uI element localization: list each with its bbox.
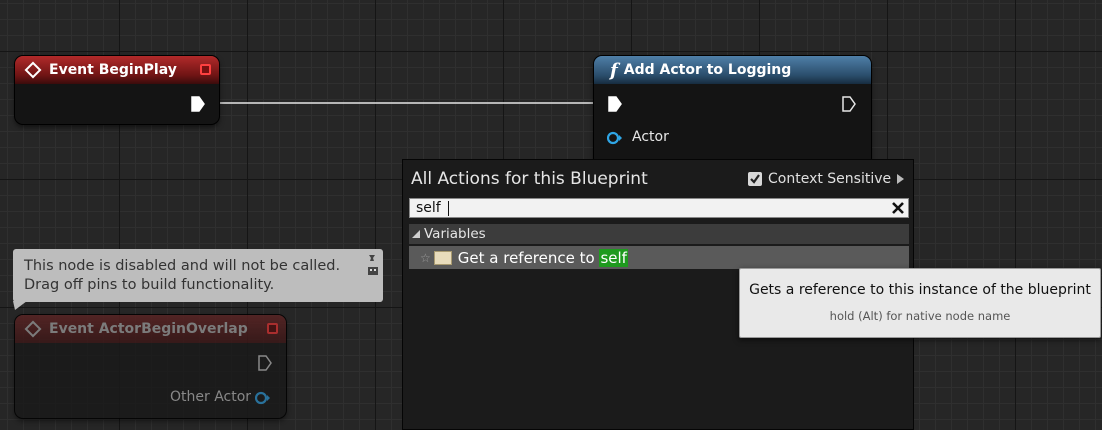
action-menu-title: All Actions for this Blueprint [411, 169, 648, 189]
event-diamond-icon [24, 320, 42, 338]
exec-in-pin-icon[interactable] [608, 96, 622, 112]
delegate-square-icon[interactable] [267, 323, 278, 334]
category-label: Variables [424, 226, 486, 242]
favorite-star-icon[interactable]: ☆ [420, 251, 431, 265]
chevron-right-icon[interactable] [897, 174, 905, 184]
context-sensitive-label: Context Sensitive [768, 171, 892, 187]
disabled-node-comment: This node is disabled and will not be ca… [13, 249, 383, 302]
other-actor-pin-icon[interactable] [255, 391, 271, 405]
exec-out-pin-icon[interactable] [842, 96, 856, 112]
event-diamond-icon [24, 61, 42, 79]
add-actor-to-logging-node[interactable]: f Add Actor to Logging Actor [594, 56, 871, 166]
event-actorbeginoverlap-node[interactable]: Event ActorBeginOverlap Other Actor [15, 315, 286, 418]
comment-line-2: Drag off pins to build functionality. [24, 277, 275, 293]
comment-tail [13, 301, 27, 310]
variable-node-icon [433, 250, 452, 265]
event-beginplay-node[interactable]: Event BeginPlay [15, 56, 219, 124]
overlap-header[interactable]: Event ActorBeginOverlap [15, 315, 286, 343]
event-beginplay-header[interactable]: Event BeginPlay [15, 56, 219, 84]
exec-out-pin-icon[interactable] [191, 96, 205, 112]
context-sensitive-toggle[interactable]: Context Sensitive [748, 171, 905, 187]
search-match-highlight: self [599, 248, 628, 267]
comment-line-1: This node is disabled and will not be ca… [24, 258, 341, 274]
action-tooltip: Gets a reference to this instance of the… [739, 268, 1101, 338]
pin-icon[interactable] [367, 253, 377, 263]
search-input[interactable]: self [416, 200, 441, 216]
add-actor-header[interactable]: f Add Actor to Logging [594, 56, 871, 84]
function-icon: f [610, 59, 618, 81]
expand-triangle-icon [412, 230, 420, 238]
other-actor-pin-label: Other Actor [170, 389, 252, 405]
action-result-row[interactable]: ☆ Get a reference to self [409, 246, 909, 269]
text-caret [448, 201, 449, 216]
add-actor-title: Add Actor to Logging [623, 62, 792, 78]
actor-pin-label: Actor [632, 129, 669, 145]
actor-object-pin-icon[interactable] [607, 131, 623, 145]
search-field[interactable]: self [409, 198, 909, 218]
event-beginplay-title: Event BeginPlay [49, 62, 177, 78]
delegate-square-icon[interactable] [200, 64, 211, 75]
exec-out-pin-icon[interactable] [258, 355, 272, 371]
overlap-title: Event ActorBeginOverlap [49, 321, 248, 337]
result-label: Get a reference to [457, 248, 600, 267]
category-row[interactable]: Variables [409, 224, 909, 244]
context-sensitive-checkbox[interactable] [748, 172, 762, 186]
clear-search-icon[interactable] [891, 201, 905, 215]
tooltip-hint: hold (Alt) for native node name [829, 309, 1011, 323]
comment-bubble-icon[interactable] [367, 266, 379, 278]
checkmark-icon [750, 174, 760, 184]
tooltip-title: Gets a reference to this instance of the… [749, 282, 1091, 298]
